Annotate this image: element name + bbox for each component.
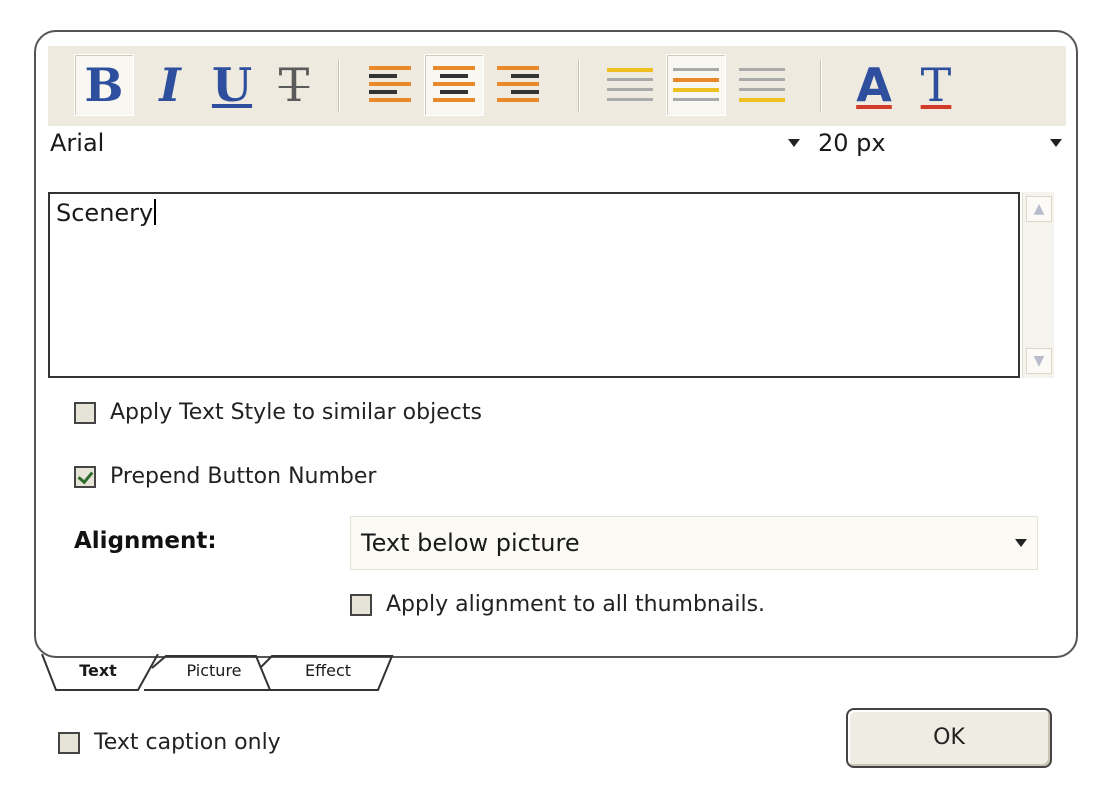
font-size-select[interactable]: 20 px [816, 126, 1066, 160]
apply-alignment-all-label: Apply alignment to all thumbnails. [386, 592, 766, 617]
valign-middle-icon [673, 68, 719, 101]
underline-button[interactable]: U [202, 54, 262, 116]
tab-effect[interactable]: Effect [280, 654, 376, 690]
valign-top-icon [607, 68, 653, 101]
formatting-toolbar: B I U T A T Arial 20 px [48, 46, 1066, 160]
chevron-down-icon: ▼ [1033, 353, 1045, 369]
scroll-up-button[interactable]: ▲ [1026, 196, 1052, 222]
text-caption-only-checkbox[interactable] [58, 731, 80, 754]
strikethrough-icon: T [278, 58, 310, 112]
caption-scrollbar[interactable]: ▲ ▼ [1022, 192, 1054, 378]
tab-text-label: Text [79, 661, 117, 680]
tab-effect-label: Effect [304, 661, 352, 680]
align-center-button[interactable] [424, 54, 484, 116]
tab-text[interactable]: Text [58, 654, 138, 690]
toolbar-separator [578, 60, 580, 112]
align-center-icon [433, 66, 475, 102]
bold-icon: B [84, 58, 124, 112]
toolbar-buttons-row: B I U T A T [48, 50, 1066, 122]
text-color-icon: A [856, 58, 892, 112]
caption-text-value: Scenery [56, 199, 154, 227]
alignment-value: Text below picture [361, 529, 580, 557]
italic-button[interactable]: I [140, 54, 200, 116]
ok-button[interactable]: OK [846, 708, 1052, 768]
scroll-down-button[interactable]: ▼ [1026, 348, 1052, 374]
tab-picture-label: Picture [186, 661, 242, 680]
apply-alignment-all-option[interactable]: Apply alignment to all thumbnails. [350, 592, 765, 617]
font-family-value: Arial [50, 129, 105, 157]
tab-picture[interactable]: Picture [166, 654, 262, 690]
chevron-down-icon [788, 139, 800, 147]
text-caption-only-option[interactable]: Text caption only [58, 730, 281, 755]
bold-button[interactable]: B [74, 54, 134, 116]
prepend-button-number-checkbox[interactable] [74, 465, 96, 488]
font-family-select[interactable]: Arial [48, 126, 804, 160]
apply-text-style-label: Apply Text Style to similar objects [110, 400, 482, 425]
text-color-button[interactable]: A [844, 54, 904, 116]
underline-icon: U [211, 58, 253, 112]
chevron-down-icon [1050, 139, 1062, 147]
align-left-icon [369, 66, 411, 102]
valign-top-button[interactable] [600, 54, 660, 116]
valign-bottom-button[interactable] [732, 54, 792, 116]
alignment-select[interactable]: Text below picture [350, 516, 1038, 570]
panel-tabs: Text Picture Effect [40, 654, 420, 692]
italic-icon: I [159, 58, 181, 112]
align-right-icon [497, 66, 539, 102]
text-background-color-icon: T [920, 58, 952, 112]
text-caption-only-label: Text caption only [94, 730, 281, 755]
chevron-down-icon [1015, 539, 1027, 547]
text-background-color-button[interactable]: T [906, 54, 966, 116]
strikethrough-button[interactable]: T [264, 54, 324, 116]
apply-alignment-all-checkbox[interactable] [350, 593, 372, 616]
toolbar-separator [338, 60, 340, 112]
toolbar-separator [820, 60, 822, 112]
apply-text-style-option[interactable]: Apply Text Style to similar objects [74, 400, 482, 425]
caption-text-input[interactable]: Scenery [48, 192, 1020, 378]
text-caret [154, 199, 157, 225]
prepend-button-number-label: Prepend Button Number [110, 464, 377, 489]
font-size-value: 20 px [818, 129, 886, 157]
prepend-button-number-option[interactable]: Prepend Button Number [74, 464, 376, 489]
apply-text-style-checkbox[interactable] [74, 401, 96, 424]
valign-middle-button[interactable] [666, 54, 726, 116]
font-settings-row: Arial 20 px [48, 126, 1066, 160]
valign-bottom-icon [739, 68, 785, 102]
settings-panel: B I U T A T Arial 20 px Scenery ▲ ▼ Appl… [34, 30, 1078, 658]
align-right-button[interactable] [488, 54, 548, 116]
align-left-button[interactable] [360, 54, 420, 116]
alignment-label: Alignment: [74, 528, 217, 554]
chevron-up-icon: ▲ [1033, 201, 1045, 217]
